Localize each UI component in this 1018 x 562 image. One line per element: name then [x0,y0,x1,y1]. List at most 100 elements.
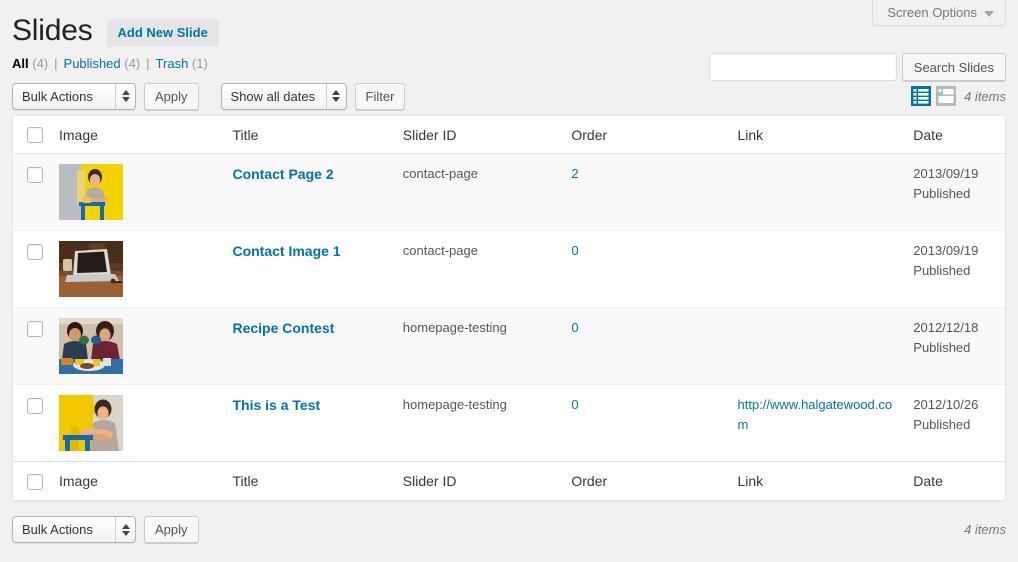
row-status: Published [913,185,971,201]
row-image-cell [51,154,225,232]
row-order-link[interactable]: 0 [571,320,578,335]
add-new-slide-button[interactable]: Add New Slide [106,19,219,47]
row-status: Published [913,416,971,432]
filter-trash-count: (1) [191,56,208,71]
select-all-footer [13,461,51,500]
tablenav-top: Bulk ActionsEditMove to Trash Apply Show… [12,77,1006,115]
column-footer-date[interactable]: Date [905,461,1005,500]
row-order-cell: 0 [563,385,729,461]
column-header-link[interactable]: Link [729,116,906,155]
column-footer-title[interactable]: Title [224,461,395,500]
filter-published-link[interactable]: Published [64,56,121,71]
row-order-link[interactable]: 0 [571,243,578,258]
row-date-cell: 2013/09/19 Published [905,154,1005,232]
table-head-row: Image Title Slider ID Order Link Date [13,116,1005,155]
laptop-on-desk-thumbnail [59,241,123,298]
date-filter-group: Show all dates Filter [220,82,406,110]
screen-options-button[interactable]: Screen Options [872,0,1006,26]
row-link-cell [729,154,906,232]
row-link-url[interactable]: http://www.halgatewood.com [737,395,897,434]
row-date: 2013/09/19 [913,243,979,259]
tablenav-right-bottom: 4 items [964,511,1006,549]
filter-all-count: (4) [32,56,49,71]
chevron-down-icon [984,10,994,17]
bulk-actions-select-bottom[interactable]: Bulk ActionsEditMove to Trash [12,516,136,544]
table-row: Contact Page 2 contact-page 2 2013/09/19… [13,154,1005,232]
row-title-cell: Contact Page 2 [224,154,395,232]
row-select-cell [13,231,51,309]
column-header-date[interactable]: Date [905,116,1005,155]
row-image-cell [51,308,225,386]
row-slider-id-cell: contact-page [394,154,564,232]
row-date-cell: 2013/09/19 Published [905,231,1005,309]
select-all-checkbox-top[interactable] [27,127,43,144]
bulk-actions-select-top[interactable]: Bulk ActionsEditMove to Trash [12,82,136,110]
tablenav-right-top: 4 items [911,77,1006,115]
two-people-at-table-thumbnail [59,318,123,375]
excerpt-view-icon[interactable] [936,86,957,106]
select-all-checkbox-bottom[interactable] [27,473,43,490]
filter-button[interactable]: Filter [354,82,406,110]
column-header-title[interactable]: Title [224,116,395,155]
row-image-cell [51,231,225,309]
row-checkbox[interactable] [27,320,43,337]
woman-leaning-blue-ladder-thumbnail [59,395,123,452]
row-title-cell: Recipe Contest [224,308,395,386]
row-title-link[interactable]: Contact Image 1 [232,243,340,259]
table-row: Recipe Contest homepage-testing 0 2012/1… [13,308,1005,386]
select-all-header [13,116,51,155]
row-slider-id-cell: homepage-testing [394,308,564,386]
column-footer-order[interactable]: Order [563,461,730,500]
row-checkbox[interactable] [27,166,43,183]
row-title-link[interactable]: Recipe Contest [232,320,334,336]
row-slider-id-cell: homepage-testing [402,397,507,413]
table-head: Image Title Slider ID Order Link Date [13,116,1005,155]
filter-divider-1: | [54,56,58,71]
filter-divider-2: | [146,56,150,71]
screen-options-label: Screen Options [887,5,977,20]
page-title: Slides [12,14,93,47]
row-status: Published [913,262,971,278]
filter-all-link[interactable]: All [12,56,29,71]
column-footer-slider-id[interactable]: Slider ID [394,461,564,500]
row-order-cell: 0 [563,231,730,309]
row-date-cell: 2012/12/18 Published [905,308,1005,386]
apply-button-bottom[interactable]: Apply [144,516,199,544]
table-row: This is a Test homepage-testing 0 http:/… [13,385,1005,462]
row-checkbox[interactable] [27,243,43,260]
dates-select-wrap: Show all dates [220,82,347,110]
filter-published: Published (4) [64,56,141,71]
list-view-icon[interactable] [911,86,932,106]
row-select-cell [13,308,51,386]
column-header-order[interactable]: Order [563,116,730,155]
row-date: 2013/09/19 [913,166,979,182]
row-image-cell [51,385,224,461]
row-order-link[interactable]: 0 [571,397,578,412]
row-order-cell: 2 [563,154,730,232]
row-link-cell: http://www.halgatewood.com [729,385,905,461]
tablenav-bottom: Bulk ActionsEditMove to Trash Apply 4 it… [12,511,1006,549]
filter-trash-link[interactable]: Trash [156,56,189,71]
table-row: Contact Image 1 contact-page 0 2013/09/1… [13,231,1005,309]
column-footer-image[interactable]: Image [51,461,225,500]
row-select-cell [13,385,51,461]
column-header-image[interactable]: Image [51,116,225,155]
row-title-link[interactable]: Contact Page 2 [232,166,333,182]
woman-yellow-wall-ladder-thumbnail [59,164,123,221]
row-link-cell [729,308,906,386]
row-checkbox[interactable] [27,397,43,414]
view-switch [911,86,957,106]
column-header-slider-id[interactable]: Slider ID [394,116,564,155]
table-foot-row: Image Title Slider ID Order Link Date [13,461,1005,500]
row-order-cell: 0 [563,308,730,386]
row-order-link[interactable]: 2 [571,166,578,181]
slides-table: Image Title Slider ID Order Link Date Co… [12,115,1006,501]
filter-trash: Trash (1) [156,56,208,71]
bulk-actions-group-top: Bulk ActionsEditMove to Trash Apply [12,82,199,110]
dates-select[interactable]: Show all dates [220,82,347,110]
column-footer-link[interactable]: Link [729,461,906,500]
row-title-link[interactable]: This is a Test [232,397,320,413]
page-header: Slides Add New Slide [0,0,1018,48]
table-foot: Image Title Slider ID Order Link Date [13,461,1005,500]
apply-button-top[interactable]: Apply [144,82,199,110]
